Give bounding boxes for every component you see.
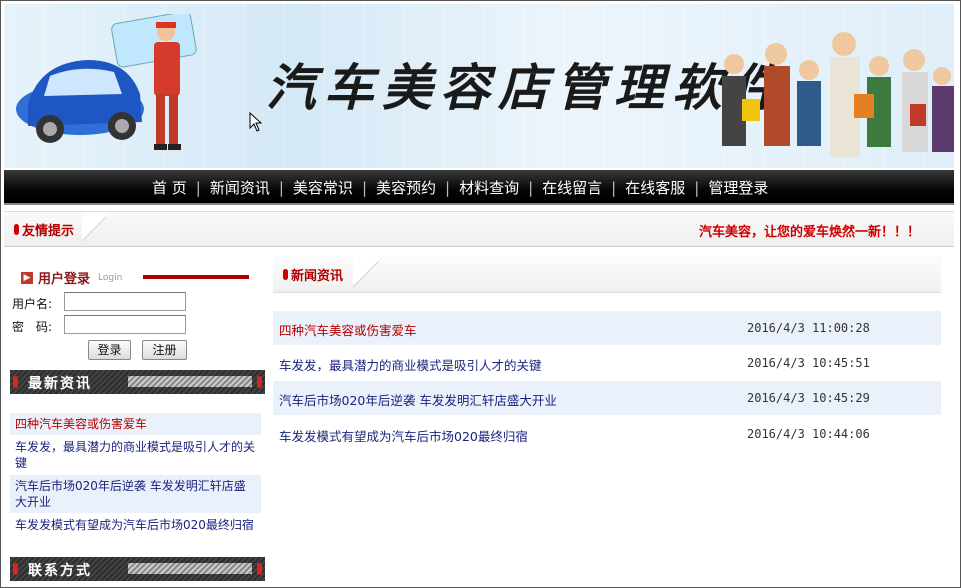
tab-divider [353, 256, 379, 292]
red-pill-icon [283, 268, 288, 280]
red-pill-icon [14, 223, 19, 235]
nav-label[interactable]: 新闻资讯 [210, 177, 270, 198]
mechanic-car-illustration [16, 14, 197, 150]
nav-separator: | [611, 178, 617, 197]
mouse-cursor-icon [249, 112, 263, 132]
news-tab: 新闻资讯 [273, 256, 343, 292]
red-pill-icon [13, 563, 18, 575]
news-panel: 新闻资讯 四种汽车美容或伤害爱车 2016/4/3 11:00:28 车发发，最… [273, 256, 941, 586]
news-title-link[interactable]: 汽车后市场020年后逆袭 车发发明汇轩店盛大开业 [279, 390, 557, 409]
red-pill-icon [13, 376, 18, 388]
latest-news-list: 四种汽车美容或伤害爱车 车发发，最具潜力的商业模式是吸引人才的关键 汽车后市场0… [10, 413, 261, 537]
news-title-link[interactable]: 四种汽车美容或伤害爱车 [279, 320, 417, 339]
news-date: 2016/4/3 10:45:51 [747, 356, 870, 370]
nav-item-home[interactable]: 首 页 | [152, 177, 210, 198]
login-section-title: ▶ 用户登录 Login [21, 268, 249, 287]
register-button[interactable]: 注册 [142, 340, 187, 360]
news-title-link[interactable]: 车发发，最具潜力的商业模式是吸引人才的关键 [279, 355, 542, 374]
news-date: 2016/4/3 10:44:06 [747, 427, 870, 441]
red-pill-icon [257, 376, 262, 388]
nav-separator: | [361, 178, 367, 197]
table-row[interactable]: 车发发模式有望成为汽车后市场020最终归宿 2016/4/3 10:44:06 [273, 417, 941, 451]
table-row[interactable]: 四种汽车美容或伤害爱车 2016/4/3 11:00:28 [273, 311, 941, 345]
nav-item-support[interactable]: 在线客服 | [625, 177, 708, 198]
students-illustration [722, 32, 954, 157]
contact-title: 联系方式 [28, 563, 92, 579]
nav-item-beauty-tips[interactable]: 美容常识 | [293, 177, 376, 198]
list-item[interactable]: 车发发，最具潜力的商业模式是吸引人才的关键 [10, 435, 261, 475]
username-input[interactable] [64, 292, 186, 311]
nav-separator: | [195, 178, 201, 197]
nav-label[interactable]: 在线客服 [625, 177, 685, 198]
nav-label[interactable]: 在线留言 [542, 177, 602, 198]
notice-tab: 友情提示 [4, 212, 74, 246]
nav-item-messages[interactable]: 在线留言 | [542, 177, 625, 198]
table-row[interactable]: 汽车后市场020年后逆袭 车发发明汇轩店盛大开业 2016/4/3 10:45:… [273, 381, 941, 415]
title-underline [143, 275, 249, 279]
nav-label[interactable]: 管理登录 [708, 177, 768, 198]
nav-separator: | [528, 178, 534, 197]
hatch-decoration [128, 376, 252, 387]
news-date: 2016/4/3 10:45:29 [747, 391, 870, 405]
news-panel-header: 新闻资讯 [273, 256, 941, 293]
nav-separator: | [694, 178, 700, 197]
red-pill-icon [257, 563, 262, 575]
list-item[interactable]: 车发发模式有望成为汽车后市场020最终归宿 [10, 513, 261, 537]
tab-divider [82, 212, 106, 246]
nav-item-news[interactable]: 新闻资讯 | [210, 177, 293, 198]
nav-separator: | [278, 178, 284, 197]
nav-item-admin-login[interactable]: 管理登录 [708, 177, 768, 198]
nav-label[interactable]: 美容常识 [293, 177, 353, 198]
nav-label[interactable]: 材料查询 [459, 177, 519, 198]
nav-label[interactable]: 美容预约 [376, 177, 436, 198]
login-title: 用户登录 [38, 272, 91, 287]
notice-label: 友情提示 [22, 223, 75, 239]
page-frame: 汽车美容店管理软件 首 页 | 新闻资讯 | 美容常识 | 美容预约 | 材料查… [0, 0, 961, 588]
arrow-right-icon: ▶ [21, 271, 33, 284]
login-button[interactable]: 登录 [88, 340, 131, 360]
list-item[interactable]: 汽车后市场020年后逆袭 车发发明汇轩店盛大开业 [10, 475, 261, 513]
notice-bar: 友情提示 汽车美容，让您的爱车焕然一新！！！ [4, 211, 954, 247]
header-banner: 汽车美容店管理软件 [4, 4, 954, 168]
password-label: 密 码: [12, 320, 53, 334]
latest-news-title: 最新资讯 [28, 376, 92, 392]
news-panel-title: 新闻资讯 [291, 268, 344, 284]
login-subtitle: Login [98, 272, 123, 283]
news-date: 2016/4/3 11:00:28 [747, 321, 870, 335]
nav-separator: | [445, 178, 451, 197]
nav-item-materials[interactable]: 材料查询 | [459, 177, 542, 198]
hatch-decoration [128, 563, 252, 574]
username-label: 用户名: [12, 297, 53, 311]
nav-label[interactable]: 首 页 [152, 177, 187, 198]
latest-news-header: 最新资讯 [10, 370, 265, 394]
contact-header: 联系方式 [10, 557, 265, 581]
nav-item-booking[interactable]: 美容预约 | [376, 177, 459, 198]
news-title-link[interactable]: 车发发模式有望成为汽车后市场020最终归宿 [279, 426, 528, 445]
table-row[interactable]: 车发发，最具潜力的商业模式是吸引人才的关键 2016/4/3 10:45:51 [273, 346, 941, 380]
main-nav: 首 页 | 新闻资讯 | 美容常识 | 美容预约 | 材料查询 | 在线留言 | 在线客服 |… [4, 170, 954, 205]
notice-message: 汽车美容，让您的爱车焕然一新！！！ [698, 225, 920, 240]
list-item[interactable]: 四种汽车美容或伤害爱车 [10, 413, 261, 435]
password-input[interactable] [64, 315, 186, 334]
